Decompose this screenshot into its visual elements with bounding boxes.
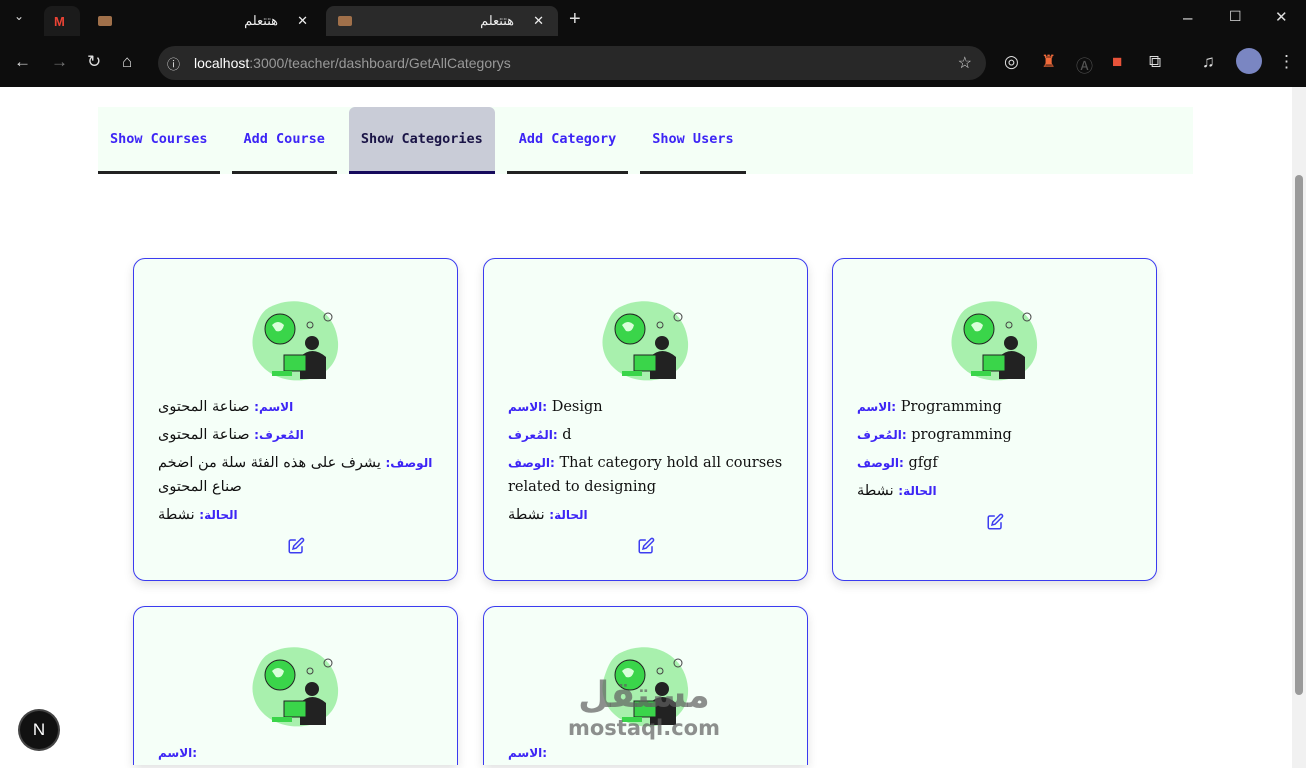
category-status: الحالة: نشطة [158,503,433,527]
scrollbar-thumb[interactable] [1295,175,1303,695]
slug-value: programming [911,427,1012,443]
dashboard-nav: Show Courses Add Course Show Categories … [98,107,1193,174]
address-bar[interactable]: ⓘ localhost:3000/teacher/dashboard/GetAl… [158,46,986,80]
desc-value: gfgf [908,455,938,471]
edit-icon[interactable] [287,537,305,555]
name-label: الاسم: [254,400,294,414]
tab-title: هتتعلم [480,13,514,28]
category-card: الاسم: [133,606,458,765]
watermark-en: mostaql.com [568,716,720,740]
desc-label: الوصف: [385,456,433,470]
tab-show-users[interactable]: Show Users [640,107,746,174]
status-value: نشطة [508,507,545,523]
browser-chrome: ⌄ M هتتعلم ✕ هتتعلم ✕ + – ☐ ✕ ← → ↻ ⌂ ⓘ lo… [0,0,1306,87]
menu-kebab-icon[interactable]: ⋮ [1278,52,1295,72]
tab-add-category[interactable]: Add Category [506,107,629,174]
name-label: الاسم: [508,746,548,760]
window-close-icon[interactable]: ✕ [1275,8,1288,26]
slug-value: d [562,427,572,443]
home-icon[interactable]: ⌂ [122,52,132,72]
browser-toolbar: ← → ↻ ⌂ ⓘ localhost:3000/teacher/dashboa… [0,40,1306,87]
name-label: الاسم: [857,400,897,414]
slug-label: المُعرف: [857,428,907,442]
watermark-ar: مستقل [578,675,710,716]
category-slug: المُعرف: d [508,423,783,447]
category-name: الاسم: [508,741,783,765]
slug-label: المُعرف: [508,428,558,442]
tab-show-courses[interactable]: Show Courses [98,107,220,174]
reload-icon[interactable]: ↻ [87,52,101,72]
tab-strip: ⌄ M هتتعلم ✕ هتتعلم ✕ + – ☐ ✕ [0,0,1306,40]
tab-title: هتتعلم [244,13,278,28]
category-card: الاسم: Programming المُعرف: programming ال… [832,258,1157,581]
status-value: نشطة [857,483,894,499]
category-desc: الوصف: gfgf [857,451,1132,475]
name-label: الاسم: [508,400,548,414]
minimize-icon[interactable]: – [1183,8,1192,28]
category-name: الاسم: Programming [857,395,1132,419]
close-tab-icon[interactable]: ✕ [297,13,308,29]
category-illustration [600,297,692,385]
category-card: الاسم: صناعة المحتوى المُعرف: صناعة المحت… [133,258,458,581]
status-label: الحالة: [199,508,238,522]
bookmark-star-icon[interactable]: ☆ [958,53,972,73]
edit-icon[interactable] [637,537,655,555]
close-tab-icon[interactable]: ✕ [533,13,544,29]
status-label: الحالة: [898,484,937,498]
extension-lighthouse-icon[interactable]: ♜ [1041,52,1056,72]
category-desc: الوصف: That category hold all courses re… [508,451,783,499]
category-slug: المُعرف: صناعة المحتوى [158,423,433,447]
tab-gmail[interactable]: M [44,6,80,36]
category-desc: الوصف: يشرف على هذه الفئة سلة من اضخم صن… [158,451,433,499]
extension-a-icon[interactable]: Ⓐ [1076,52,1093,77]
media-control-icon[interactable]: ♫ [1202,52,1215,72]
name-label: الاسم: [158,746,198,760]
name-value: Programming [900,399,1002,415]
edit-icon[interactable] [986,513,1004,531]
profile-avatar[interactable] [1236,48,1262,74]
category-illustration [250,297,342,385]
category-card: الاسم: Design المُعرف: d الوصف: That categ… [483,258,808,581]
slug-value: صناعة المحتوى [158,427,250,443]
name-value: Design [551,399,603,415]
category-status: الحالة: نشطة [857,479,1132,503]
status-label: الحالة: [549,508,588,522]
site-info-icon[interactable]: ⓘ [167,54,180,73]
maximize-icon[interactable]: ☐ [1229,8,1242,25]
extension-bug-icon[interactable]: ■ [1112,52,1122,72]
category-name: الاسم: صناعة المحتوى [158,395,433,419]
tab-show-categories[interactable]: Show Categories [348,107,495,174]
desc-label: الوصف: [857,456,904,470]
favicon-icon [98,16,112,26]
category-slug: المُعرف: programming [857,423,1132,447]
slug-label: المُعرف: [254,428,304,442]
category-status: الحالة: نشطة [508,503,783,527]
new-tab-icon[interactable]: + [569,8,581,31]
name-value: صناعة المحتوى [158,399,250,415]
category-name: الاسم: [158,741,433,765]
tab-add-course[interactable]: Add Course [231,107,337,174]
extension-target-icon[interactable]: ◎ [1004,52,1019,72]
favicon-icon [338,16,352,26]
category-name: الاسم: Design [508,395,783,419]
tab-search-chevron-icon[interactable]: ⌄ [14,9,24,23]
gmail-icon: M [54,13,65,29]
desc-value: يشرف على هذه الفئة سلة من اضخم صناع المح… [158,455,381,495]
browser-tab-active[interactable]: هتتعلم ✕ [326,6,558,36]
desc-label: الوصف: [508,456,555,470]
category-illustration [949,297,1041,385]
url-path: :3000/teacher/dashboard/GetAllCategorys [249,55,511,71]
nextjs-dev-button[interactable]: N [20,711,58,749]
status-value: نشطة [158,507,195,523]
back-icon[interactable]: ← [14,52,31,72]
extensions-puzzle-icon[interactable]: ⧉ [1149,52,1161,72]
browser-tab[interactable]: هتتعلم ✕ [86,6,322,36]
url-host: localhost [194,55,250,71]
forward-icon[interactable]: → [51,52,68,72]
category-illustration [250,643,342,731]
scrollbar[interactable] [1292,87,1306,768]
watermark: مستقل mostaql.com [568,677,720,741]
